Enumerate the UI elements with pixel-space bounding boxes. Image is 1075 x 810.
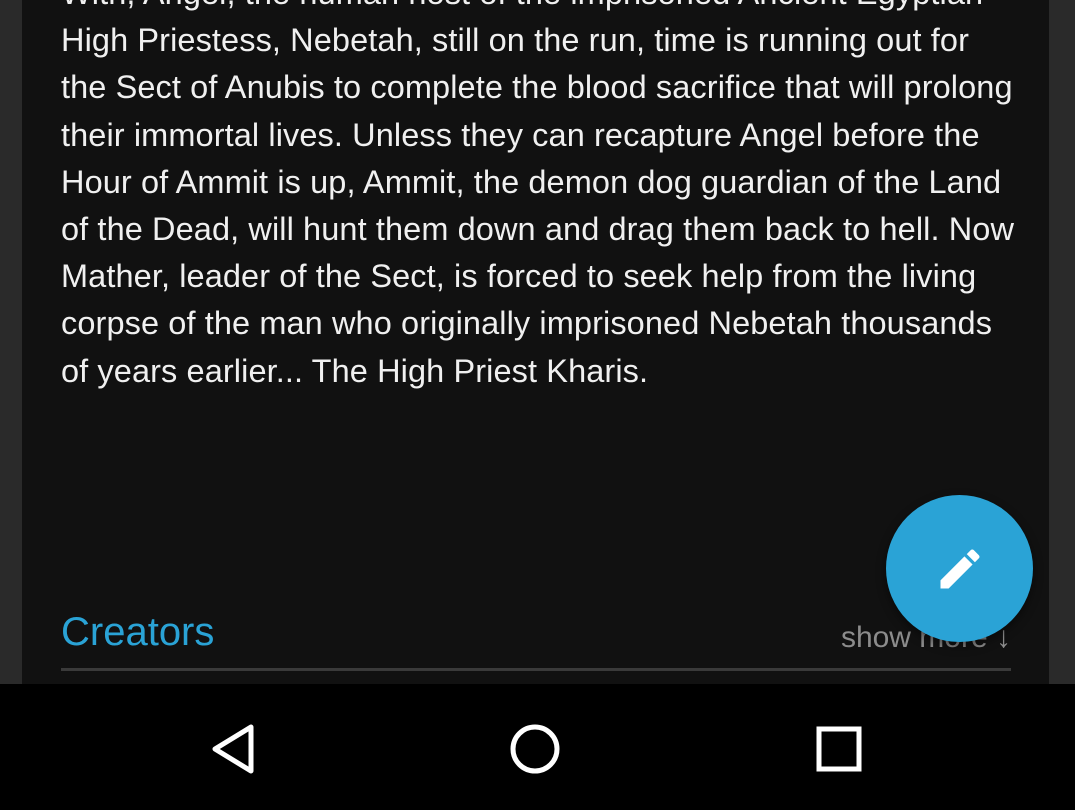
book-description: With, Angel, the human host of the impri…: [61, 0, 1015, 389]
creators-section-header: Creators show more ↓: [61, 600, 1011, 671]
system-navigation-bar: [0, 684, 1075, 810]
back-triangle-icon: [212, 724, 254, 774]
pencil-edit-icon: [940, 548, 980, 588]
app-screen: With, Angel, the human host of the impri…: [0, 0, 1075, 810]
nav-home-button[interactable]: [490, 704, 580, 794]
edit-fab-button[interactable]: [886, 495, 1033, 642]
home-circle-icon: [510, 724, 560, 774]
nav-recents-button[interactable]: [794, 704, 884, 794]
nav-back-button[interactable]: [188, 704, 278, 794]
recents-square-icon: [816, 726, 862, 772]
creators-section-title: Creators: [61, 610, 215, 654]
